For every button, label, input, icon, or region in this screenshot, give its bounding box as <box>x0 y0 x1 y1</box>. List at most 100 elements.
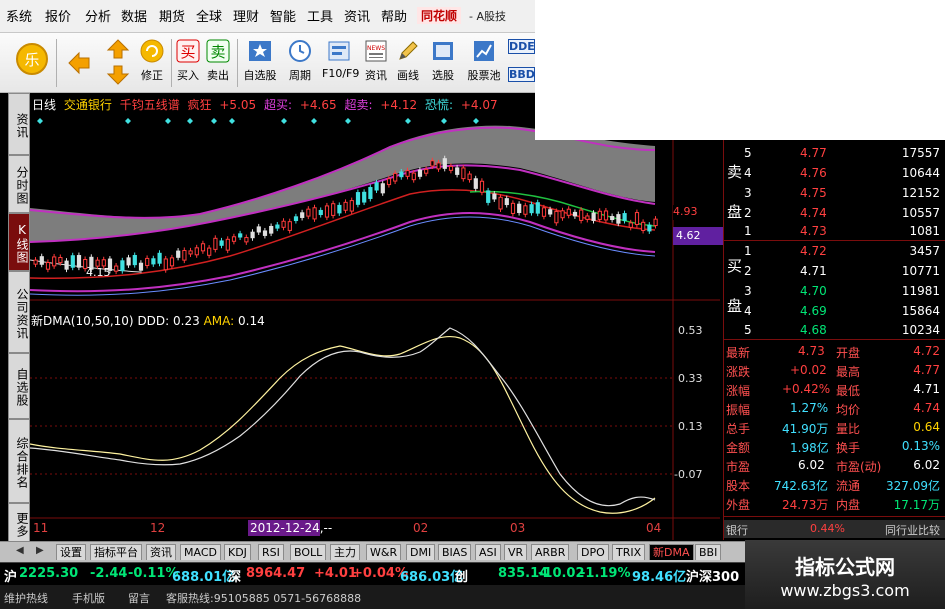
tab-ranking[interactable]: 综合排名 <box>8 419 30 503</box>
menu-global[interactable]: 全球 <box>196 6 222 25</box>
select-stock-icon <box>433 42 453 60</box>
candle <box>585 215 590 220</box>
tab-company-news[interactable]: 公司资讯 <box>8 271 30 353</box>
tab-bias[interactable]: BIAS <box>438 544 472 560</box>
tab-intraday[interactable]: 分时图 <box>8 155 30 213</box>
buy-button[interactable]: 买 买入 <box>174 36 202 90</box>
correction-icon <box>140 39 164 63</box>
candle <box>455 167 460 175</box>
sh-index: 2225.30 <box>19 566 79 581</box>
tab-watchlist[interactable]: 自选股 <box>8 353 30 419</box>
menu-system[interactable]: 系统 <box>6 6 32 25</box>
draw-line-button[interactable]: 画线 <box>394 36 422 90</box>
f10-button[interactable]: F10/F9 <box>322 36 359 90</box>
tab-next-icon[interactable]: ▶ <box>36 545 44 556</box>
menu-news[interactable]: 资讯 <box>344 6 370 25</box>
tab-arbr[interactable]: ARBR <box>531 544 570 560</box>
period-button[interactable]: 周期 <box>284 36 316 90</box>
back-button[interactable] <box>62 36 96 90</box>
service-hotline: 客服热线:95105885 0571-56768888 <box>166 592 362 605</box>
tab-kdj[interactable]: KDJ <box>224 544 251 560</box>
candle <box>157 252 162 264</box>
tab-main-force[interactable]: 主力 <box>330 544 360 560</box>
sell-row[interactable]: 4 4.76 10644 <box>724 164 945 182</box>
tab-settings[interactable]: 设置 <box>56 544 86 560</box>
news-button[interactable]: NEWS 资讯 <box>362 36 390 90</box>
sell-row[interactable]: 5 4.77 17557 <box>724 144 945 162</box>
up-down-button[interactable] <box>104 36 132 90</box>
menu-finance[interactable]: 理财 <box>233 6 259 25</box>
tab-kline[interactable]: K线图 <box>8 213 30 271</box>
sector-row[interactable]: 银行 0.44% 同行业比较 <box>724 520 945 538</box>
candle <box>250 231 255 239</box>
cy-label: 创 <box>455 570 469 585</box>
buy-row[interactable]: 5 4.68 10234 <box>724 321 945 339</box>
correction-button[interactable]: 修正 <box>138 36 166 90</box>
sell-button[interactable]: 卖 卖出 <box>204 36 232 90</box>
tab-indicator-platform[interactable]: 指标平台 <box>90 544 142 560</box>
tab-wr[interactable]: W&R <box>366 544 402 560</box>
stock-select-button[interactable]: 选股 <box>426 36 460 90</box>
stock-pool-button[interactable]: 股票池 <box>466 36 502 90</box>
left-tab-bar: 资讯 分时图 K线图 公司资讯 自选股 综合排名 更多 <box>8 93 30 543</box>
tab-trix[interactable]: TRIX <box>612 544 646 560</box>
menu-analysis[interactable]: 分析 <box>85 6 111 25</box>
buy-row[interactable]: 4 4.69 15864 <box>724 302 945 320</box>
tab-vr[interactable]: VR <box>504 544 528 560</box>
indicator-title[interactable]: 新DMA(10,50,10) <box>31 314 134 328</box>
mobile-link[interactable]: 手机版 <box>72 590 105 606</box>
menu-data[interactable]: 数据 <box>121 6 147 25</box>
candle <box>200 243 206 252</box>
tab-new-dma[interactable]: 新DMA <box>649 544 694 560</box>
tab-more[interactable]: 更多 <box>8 503 30 543</box>
message-link[interactable]: 留言 <box>128 590 150 606</box>
candle <box>188 250 193 255</box>
tab-dmi[interactable]: DMI <box>406 544 436 560</box>
le-button[interactable]: 乐 <box>12 36 52 90</box>
candle <box>554 210 559 224</box>
buy-row[interactable]: 3 4.70 11981 <box>724 282 945 300</box>
candle <box>399 171 404 178</box>
candle <box>566 208 571 216</box>
candle <box>368 187 373 199</box>
menu-smart[interactable]: 智能 <box>270 6 296 25</box>
tab-bbi[interactable]: BBI <box>695 544 722 560</box>
tab-news[interactable]: 资讯 <box>146 544 176 560</box>
sell-row[interactable]: 2 4.74 10557 <box>724 204 945 222</box>
maintenance-link[interactable]: 维护热线 <box>4 590 48 606</box>
candle <box>411 172 416 181</box>
buy-row[interactable]: 1 4.72 3457 <box>724 242 945 260</box>
candle <box>256 226 261 233</box>
candle <box>436 162 441 170</box>
tab-macd[interactable]: MACD <box>180 544 221 560</box>
clock-icon <box>289 40 311 62</box>
candle <box>238 233 243 238</box>
candle <box>145 257 150 266</box>
menu-tools[interactable]: 工具 <box>307 6 333 25</box>
tab-boll[interactable]: BOLL <box>290 544 327 560</box>
candle <box>207 247 212 256</box>
candle <box>70 255 75 268</box>
candle <box>64 260 69 270</box>
buy-icon: 买 <box>176 39 200 63</box>
sell-row[interactable]: 3 4.75 12152 <box>724 184 945 202</box>
sh-change: -2.44 <box>90 566 128 581</box>
tab-dpo[interactable]: DPO <box>577 544 609 560</box>
sell-label: 卖出 <box>207 69 229 82</box>
menu-help[interactable]: 帮助 <box>381 6 407 25</box>
sell-row[interactable]: 1 4.73 1081 <box>724 222 945 240</box>
candle <box>380 183 385 194</box>
tab-prev-icon[interactable]: ◀ <box>16 545 24 556</box>
menu-quote[interactable]: 报价 <box>45 6 71 25</box>
tab-rsi[interactable]: RSI <box>258 544 284 560</box>
watchlist-button[interactable]: 自选股 <box>242 36 278 90</box>
buy-row[interactable]: 2 4.71 10771 <box>724 262 945 280</box>
tab-news[interactable]: 资讯 <box>8 93 30 155</box>
sell-icon: 卖 <box>206 39 230 63</box>
candle <box>151 258 156 265</box>
menu-futures[interactable]: 期货 <box>159 6 185 25</box>
candle <box>461 167 466 180</box>
sz-change: +4.01 <box>314 566 357 581</box>
candle <box>194 247 199 256</box>
tab-asi[interactable]: ASI <box>475 544 501 560</box>
